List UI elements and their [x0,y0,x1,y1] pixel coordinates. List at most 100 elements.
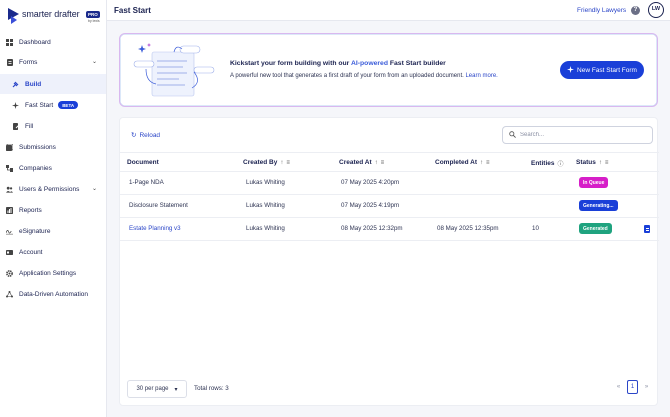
fast-start-table-panel: ↻ Reload Document Created By↑≡ Created A… [119,117,659,406]
filter-icon[interactable]: ≡ [486,160,490,166]
chevron-down-icon[interactable]: ⌄ [92,58,97,65]
sidebar-item-companies[interactable]: Companies [0,158,106,178]
sidebar-item-label: Build [25,80,42,88]
sidebar-item-forms[interactable]: Forms ⌄ [0,52,106,72]
fill-icon [12,122,19,130]
sidebar-item-label: Forms [19,58,38,66]
cell-document-link[interactable]: Estate Planning v3 [129,225,181,232]
sidebar-item-label: Dashboard [19,38,51,46]
first-page-button[interactable]: « [613,380,624,394]
search-input[interactable] [520,132,640,138]
sort-arrow-icon[interactable]: ↑ [375,160,378,166]
total-rows: Total rows: 3 [194,385,229,392]
column-header-created-at[interactable]: Created At ↑ ≡ [339,159,384,166]
sort-arrow-icon[interactable]: ↑ [280,160,283,166]
per-page-select[interactable]: 30 per page ▾ [127,380,187,398]
search-box[interactable] [502,126,653,144]
banner-description: A powerful new tool that generates a fir… [230,73,498,79]
sidebar-item-dashboard[interactable]: Dashboard [0,32,106,52]
sidebar-item-label: Account [19,248,43,256]
cell-created-at: 07 May 2025 4:20pm [341,179,400,186]
sidebar-item-data-driven-automation[interactable]: Data-Driven Automation [0,284,106,304]
brand-sub: by lexis [88,19,100,23]
column-header-status[interactable]: Status ↑ ≡ [576,159,608,166]
table-row[interactable]: 1-Page NDA Lukas Whiting 07 May 2025 4:2… [120,172,659,195]
cell-document: Disclosure Statement [129,202,188,209]
cell-completed-at: 08 May 2025 12:35pm [437,225,499,232]
pagination: « 1 » [613,380,652,394]
page-title: Fast Start [114,6,151,15]
learn-more-link[interactable]: Learn more. [465,73,497,79]
help-icon[interactable]: ? [631,6,640,15]
column-header-created-by[interactable]: Created By ↑ ≡ [243,159,290,166]
filter-icon[interactable]: ≡ [605,160,609,166]
dashboard-icon [6,38,13,46]
chevron-down-icon: ▾ [174,386,178,393]
sort-arrow-icon[interactable]: ↑ [599,160,602,166]
gear-icon [6,269,13,277]
sidebar: smarter drafter PRO by lexis Dashboard F… [0,0,107,417]
banner-illustration-icon [133,43,215,97]
sidebar-item-build[interactable]: Build [0,74,106,94]
fast-start-banner: Kickstart your form building with our AI… [119,33,658,107]
cell-created-at: 08 May 2025 12:32pm [341,225,403,232]
users-icon [6,186,13,193]
sidebar-item-users-permissions[interactable]: Users & Permissions ⌄ [0,179,106,199]
sidebar-item-fill[interactable]: Fill [0,116,106,136]
table-row[interactable]: Disclosure Statement Lukas Whiting 07 Ma… [120,195,659,218]
page-number-button[interactable]: 1 [627,380,638,394]
search-icon [509,130,516,140]
automation-icon [6,290,13,298]
banner-title: Kickstart your form building with our AI… [230,60,446,67]
submissions-icon [6,143,13,151]
companies-icon [6,164,13,172]
status-badge: In Queue [579,177,609,188]
table-footer: 30 per page ▾ Total rows: 3 « 1 » [127,380,652,398]
sidebar-item-label: Users & Permissions [19,185,80,193]
sidebar-item-label: Application Settings [19,269,77,277]
cell-document: 1-Page NDA [129,179,164,186]
sidebar-item-label: Companies [19,164,52,172]
sparkle-icon [567,65,575,75]
sidebar-item-account[interactable]: Account [0,242,106,262]
brand-pro-badge: PRO [86,11,100,18]
document-icon[interactable] [644,225,650,233]
sparkle-icon [12,101,19,109]
cell-created-at: 07 May 2025 4:19pm [341,202,400,209]
sidebar-item-fast-start[interactable]: Fast Start BETA [0,95,106,115]
new-fast-start-form-button[interactable]: New Fast Start Form [560,61,644,79]
column-header-entities[interactable]: Entities ⓘ [531,159,564,168]
sidebar-item-label: eSignature [19,227,51,235]
sidebar-item-submissions[interactable]: Submissions [0,137,106,157]
cell-created-by: Lukas Whiting [246,225,285,232]
chevron-down-icon[interactable]: ⌄ [92,185,97,192]
reload-button[interactable]: ↻ Reload [131,131,160,140]
sidebar-item-reports[interactable]: Reports [0,200,106,220]
cell-created-by: Lukas Whiting [246,179,285,186]
forms-icon [6,58,13,66]
filter-icon[interactable]: ≡ [286,160,290,166]
sidebar-item-label: Submissions [19,143,56,151]
column-header-completed-at[interactable]: Completed At ↑ ≡ [435,159,490,166]
organization-link[interactable]: Friendly Lawyers [577,7,626,14]
sidebar-item-esignature[interactable]: eSignature [0,221,106,241]
logo-mark-accent-icon [11,16,17,24]
last-page-button[interactable]: » [641,380,652,394]
sidebar-item-label: Reports [19,206,42,214]
refresh-icon: ↻ [131,132,137,139]
beta-badge: BETA [58,101,79,109]
status-badge: Generated [579,223,612,234]
table-row[interactable]: Estate Planning v3 Lukas Whiting 08 May … [120,218,659,241]
sidebar-item-application-settings[interactable]: Application Settings [0,263,106,283]
sort-arrow-icon[interactable]: ↑ [480,160,483,166]
sidebar-item-label: Fill [25,122,34,130]
brand-logo[interactable]: smarter drafter PRO by lexis [8,7,103,25]
filter-icon[interactable]: ≡ [381,160,385,166]
top-header: Fast Start Friendly Lawyers ? LW [107,0,670,21]
column-header-document[interactable]: Document [127,159,159,166]
build-icon [12,81,19,88]
avatar[interactable]: LW [648,2,664,18]
info-icon[interactable]: ⓘ [557,159,563,168]
sidebar-item-label: Data-Driven Automation [19,290,89,298]
cell-created-by: Lukas Whiting [246,202,285,209]
